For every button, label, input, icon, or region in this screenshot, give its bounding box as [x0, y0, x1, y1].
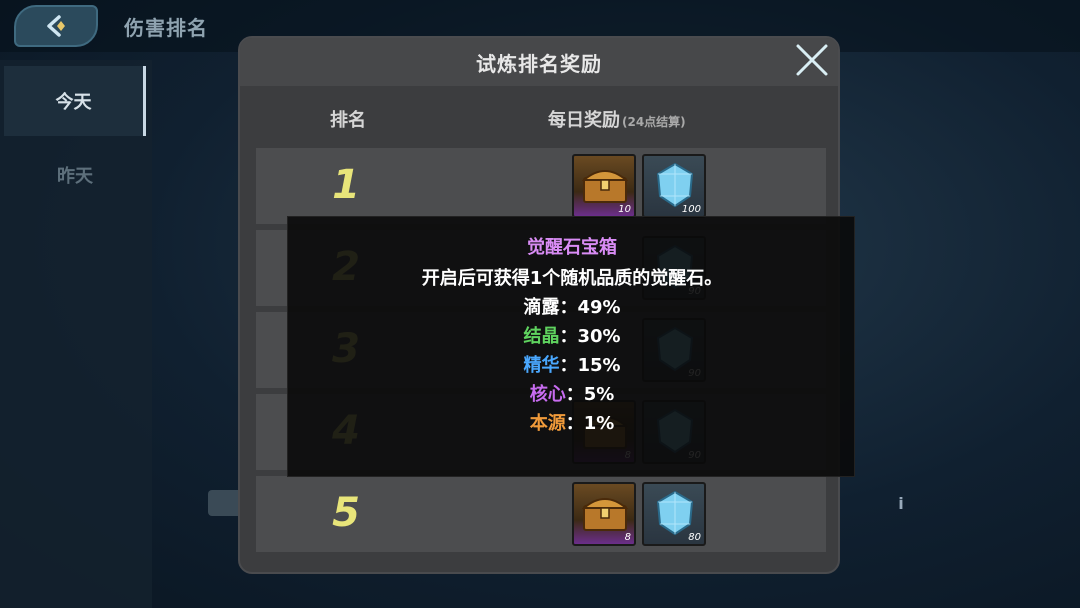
quality-name: 本源: [529, 413, 566, 434]
quality-value: ：1%: [565, 413, 615, 434]
info-icon[interactable]: i: [890, 492, 912, 514]
quality-value: ：5%: [565, 384, 615, 405]
treasure-chest-icon: [582, 498, 628, 531]
crystal-gem-icon: [656, 162, 694, 208]
reward-header-note: (24点结算): [622, 115, 686, 129]
rank-row: 1 10 100: [256, 148, 826, 224]
quality-line: 结晶：30%: [288, 322, 856, 348]
tooltip-title: 觉醒石宝箱: [527, 237, 617, 258]
quality-value: ：49%: [559, 297, 621, 318]
quality-value: ：15%: [559, 355, 621, 376]
quality-line: 精华：15%: [288, 351, 856, 377]
item-quantity: 100: [681, 204, 701, 215]
quality-name: 结晶: [523, 326, 560, 347]
treasure-chest-icon: [582, 170, 628, 203]
rank-column-header: 排名: [330, 110, 366, 131]
quality-name: 滴露: [523, 297, 560, 318]
quality-line: 核心：5%: [288, 380, 856, 406]
rank-row: 5 8 80: [256, 476, 826, 552]
rank-number: 5: [332, 490, 360, 536]
close-icon[interactable]: [794, 42, 830, 78]
tooltip-description: 开启后可获得1个随机品质的觉醒石。: [421, 268, 723, 289]
item-tooltip: 觉醒石宝箱 开启后可获得1个随机品质的觉醒石。 滴露：49% 结晶：30% 精华…: [287, 216, 855, 477]
crystal-gem-icon: [656, 490, 694, 536]
quality-name: 精华: [523, 355, 560, 376]
screen-title: 伤害排名: [124, 16, 208, 40]
reward-column-header: 每日奖励 (24点结算): [548, 106, 686, 132]
item-quantity: 8: [624, 532, 631, 543]
awakening-chest-item[interactable]: 8: [572, 482, 636, 546]
item-quantity: 10: [618, 204, 631, 215]
back-button[interactable]: [14, 5, 98, 47]
reward-header-label: 每日奖励: [548, 110, 620, 131]
quality-name: 核心: [529, 384, 566, 405]
quality-line: 滴露：49%: [288, 293, 856, 319]
back-arrow-icon: [47, 15, 65, 37]
tab-today[interactable]: 今天: [4, 66, 146, 136]
awakening-chest-item[interactable]: 10: [572, 154, 636, 218]
awakening-stone-item[interactable]: 100: [642, 154, 706, 218]
quality-value: ：30%: [559, 326, 621, 347]
quality-line: 本源：1%: [288, 409, 856, 435]
item-quantity: 80: [688, 532, 701, 543]
rank-number: 1: [332, 162, 360, 208]
awakening-stone-item[interactable]: 80: [642, 482, 706, 546]
tab-yesterday[interactable]: 昨天: [4, 140, 146, 210]
dialog-title: 试炼排名奖励: [476, 52, 602, 76]
